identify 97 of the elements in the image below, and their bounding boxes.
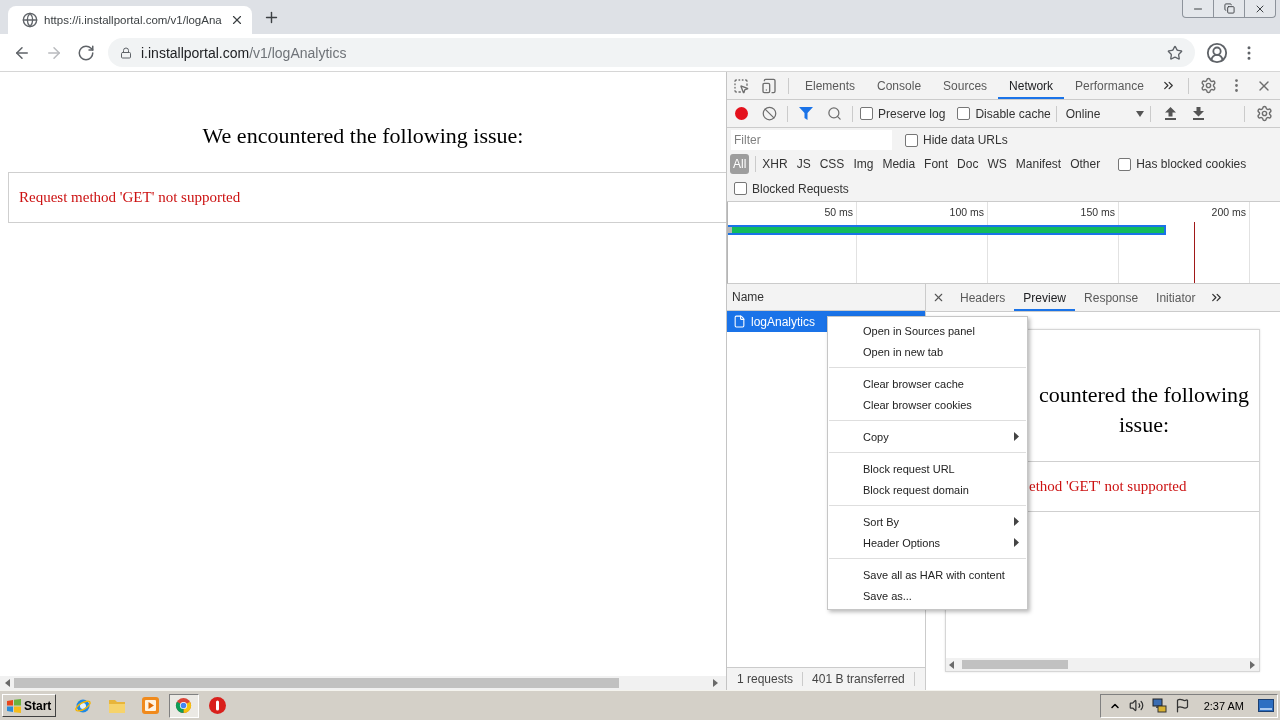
- scroll-right-icon[interactable]: [1250, 660, 1255, 669]
- type-filter[interactable]: Other: [1067, 154, 1104, 174]
- devtools-tab[interactable]: Performance: [1064, 72, 1155, 99]
- type-filter[interactable]: CSS: [816, 154, 848, 174]
- scroll-left-icon[interactable]: [5, 679, 10, 687]
- menu-item[interactable]: Clear browser cache: [828, 373, 1027, 394]
- checkbox[interactable]: [1118, 157, 1132, 171]
- submenu-arrow-icon: [1014, 517, 1019, 526]
- preview-heading: countered the following issue:: [1037, 381, 1251, 439]
- menu-item[interactable]: Clear browser cookies: [828, 394, 1027, 415]
- url-text: i.installportal.com/v1/logAnalytics: [141, 44, 347, 61]
- scrollbar-thumb[interactable]: [962, 660, 1068, 669]
- close-icon[interactable]: [932, 291, 945, 304]
- dropdown-caret-icon: [1135, 110, 1144, 117]
- tick-label: 100 ms: [949, 206, 984, 218]
- filter-icon[interactable]: [799, 107, 813, 120]
- load-event-line: [1194, 222, 1195, 283]
- checkbox[interactable]: [905, 133, 918, 147]
- menu-item[interactable]: Sort By: [828, 511, 1027, 532]
- download-icon[interactable]: [1193, 107, 1205, 120]
- type-filter[interactable]: Doc: [954, 154, 982, 174]
- restore-icon[interactable]: [1223, 3, 1235, 14]
- circle-slot-icon: [208, 697, 226, 714]
- folder-icon: [107, 697, 126, 714]
- checkbox-label[interactable]: Blocked Requests: [752, 181, 849, 196]
- submenu-arrow-icon: [1014, 538, 1019, 547]
- devtools-tab[interactable]: Network: [998, 72, 1065, 99]
- search-icon[interactable]: [826, 106, 842, 121]
- reload-icon[interactable]: [77, 43, 95, 62]
- tick-label: 150 ms: [1080, 206, 1115, 218]
- menu-item[interactable]: Open in new tab: [828, 341, 1027, 362]
- scroll-right-icon[interactable]: [713, 679, 718, 687]
- type-filter[interactable]: WS: [984, 154, 1010, 174]
- type-filter[interactable]: Font: [921, 154, 952, 174]
- checkbox-label[interactable]: Disable cache: [975, 106, 1051, 121]
- scroll-left-icon[interactable]: [949, 660, 954, 669]
- inspect-icon[interactable]: [733, 77, 749, 94]
- record-icon[interactable]: [734, 107, 748, 120]
- star-icon[interactable]: [1167, 44, 1183, 61]
- column-header[interactable]: Name: [727, 284, 925, 311]
- tick-label: 50 ms: [824, 206, 853, 218]
- start-logo-icon: [6, 698, 22, 713]
- type-filter[interactable]: Img: [850, 154, 877, 174]
- browser-logo-icon: [175, 697, 193, 714]
- status-text: 401 B transferred: [803, 672, 915, 686]
- type-filter[interactable]: Media: [879, 154, 919, 174]
- menu-item[interactable]: Block request domain: [828, 479, 1027, 500]
- settings-icon[interactable]: [1255, 105, 1273, 122]
- devtools-tab[interactable]: Sources: [932, 72, 999, 99]
- type-filter[interactable]: JS: [793, 154, 814, 174]
- type-filter[interactable]: XHR: [759, 154, 791, 174]
- clear-icon[interactable]: [761, 106, 777, 121]
- checkbox-label[interactable]: Has blocked cookies: [1136, 157, 1247, 171]
- upload-icon[interactable]: [1165, 107, 1177, 120]
- menu-item[interactable]: Save all as HAR with content: [828, 564, 1027, 585]
- checkbox-label[interactable]: Hide data URLs: [923, 133, 1008, 147]
- status-text: 1 requests: [728, 672, 804, 686]
- preview-error-message: ethod 'GET' not supported: [1029, 478, 1187, 495]
- file-icon: [733, 315, 746, 328]
- play-icon: [141, 697, 159, 714]
- devtools-tab[interactable]: Elements: [794, 72, 867, 99]
- address-field[interactable]: i.installportal.com/v1/logAnalytics: [108, 38, 1195, 67]
- flag-icon[interactable]: [1174, 698, 1190, 713]
- page-heading: We encountered the following issue:: [201, 122, 525, 149]
- show-desktop-icon[interactable]: [1258, 699, 1274, 712]
- browser-tab[interactable]: https://i.installportal.com/v1/logAna: [8, 6, 252, 34]
- menu-item[interactable]: Block request URL: [828, 458, 1027, 479]
- devtools-tab[interactable]: Console: [866, 72, 933, 99]
- detail-tab[interactable]: Headers: [951, 284, 1015, 311]
- request-name: logAnalytics: [751, 314, 816, 329]
- menu-item[interactable]: Header Options: [828, 532, 1027, 553]
- clock[interactable]: 2:37 AM: [1203, 699, 1244, 712]
- detail-tab[interactable]: Initiator: [1147, 284, 1205, 311]
- checkbox[interactable]: [860, 107, 873, 120]
- filter-field[interactable]: Filter: [731, 130, 892, 150]
- network-icon[interactable]: [1151, 698, 1167, 713]
- globe-icon: [22, 12, 38, 28]
- device-toolbar-icon[interactable]: [761, 77, 777, 94]
- start-button[interactable]: Start: [2, 694, 57, 717]
- lock-icon: [120, 46, 132, 59]
- checkbox[interactable]: [957, 107, 971, 120]
- speaker-icon[interactable]: [1128, 698, 1144, 713]
- tick-label: 200 ms: [1211, 206, 1246, 218]
- error-message: Request method 'GET' not supported: [8, 172, 726, 223]
- submenu-arrow-icon: [1014, 432, 1019, 441]
- scrollbar-thumb[interactable]: [14, 678, 619, 688]
- type-filter[interactable]: Manifest: [1012, 154, 1065, 174]
- profile-icon[interactable]: [1206, 41, 1228, 64]
- taskbar-button[interactable]: [168, 693, 199, 718]
- detail-tab[interactable]: Response: [1075, 284, 1148, 311]
- settings-icon[interactable]: [1199, 77, 1217, 94]
- tab-title: https://i.installportal.com/v1/logAna: [44, 14, 222, 26]
- checkbox-label[interactable]: Preserve log: [878, 106, 946, 121]
- throttling-select[interactable]: Online: [1061, 106, 1144, 121]
- checkbox[interactable]: [734, 182, 747, 195]
- menu-item[interactable]: Copy: [828, 426, 1027, 447]
- menu-item[interactable]: Save as...: [828, 585, 1027, 606]
